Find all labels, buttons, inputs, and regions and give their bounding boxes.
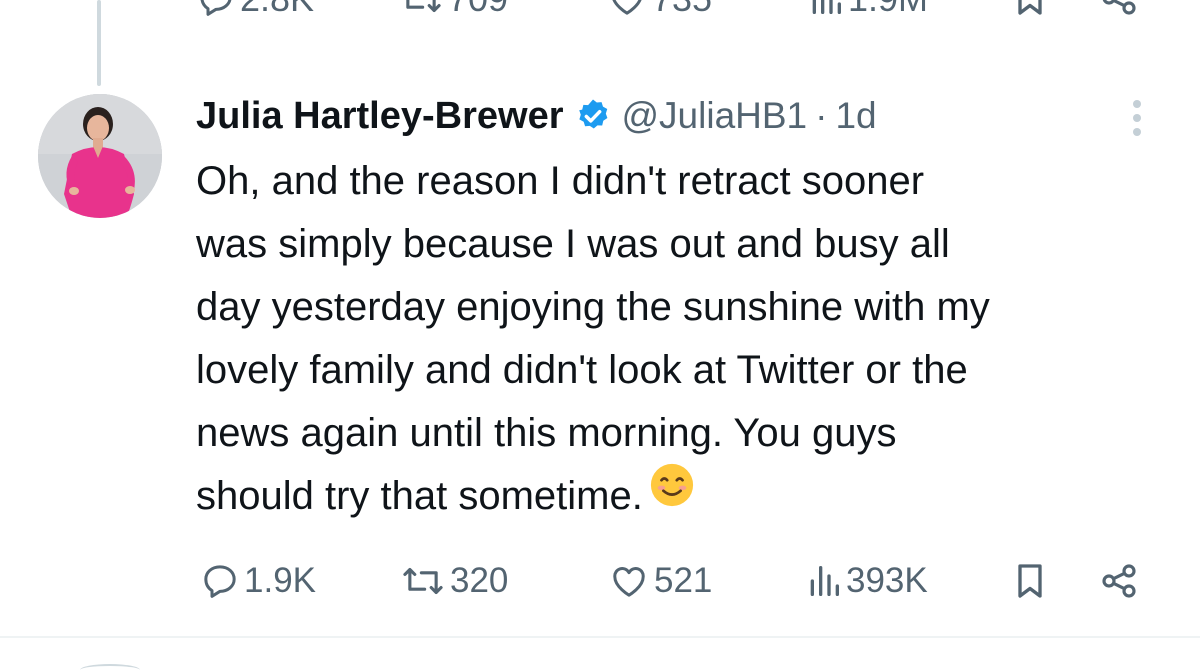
reply-button[interactable]: 2.8K xyxy=(196,0,314,20)
tweet-header: Julia Hartley-Brewer @JuliaHB1 · 1d xyxy=(196,90,877,142)
retweet-count: 709 xyxy=(448,0,508,20)
header-separator: · xyxy=(815,95,828,136)
reply-count: 2.8K xyxy=(240,0,314,20)
retweet-count: 320 xyxy=(450,561,509,600)
heart-icon xyxy=(606,0,648,19)
share-icon xyxy=(1098,561,1140,601)
reply-count: 1.9K xyxy=(244,561,316,600)
share-icon xyxy=(1098,0,1140,18)
tweet-text-line: lovely family and didn't look at Twitter… xyxy=(196,348,968,392)
like-count: 521 xyxy=(654,561,713,600)
views-icon xyxy=(808,0,844,19)
share-button[interactable] xyxy=(1098,0,1140,18)
timestamp[interactable]: 1d xyxy=(835,95,876,137)
retweet-button[interactable]: 320 xyxy=(400,556,508,606)
views-button[interactable]: 393K xyxy=(806,556,928,606)
like-button[interactable]: 735 xyxy=(606,0,712,20)
bookmark-icon xyxy=(1012,561,1048,601)
tweet-text-line: was simply because I was out and busy al… xyxy=(196,222,950,266)
avatar[interactable] xyxy=(38,94,162,218)
retweet-button[interactable]: 709 xyxy=(398,0,508,20)
share-button[interactable] xyxy=(1098,556,1140,606)
views-icon xyxy=(806,561,842,601)
previous-tweet-actions: 2.8K 709 735 1.9M xyxy=(0,0,1200,22)
reply-button[interactable]: 1.9K xyxy=(200,556,316,606)
bookmark-button[interactable] xyxy=(1012,556,1048,606)
views-button[interactable]: 1.9M xyxy=(808,0,928,20)
views-count: 393K xyxy=(846,561,928,600)
tweet-divider xyxy=(0,636,1200,638)
bookmark-icon xyxy=(1012,0,1048,18)
author-handle[interactable]: @JuliaHB1 xyxy=(622,95,808,137)
heart-icon xyxy=(608,561,650,601)
more-dot-icon xyxy=(1133,114,1141,122)
smiling-face-emoji-icon xyxy=(649,462,695,527)
more-dot-icon xyxy=(1133,100,1141,108)
thread-connector-line xyxy=(97,0,101,86)
more-options-button[interactable] xyxy=(1122,96,1152,140)
like-button[interactable]: 521 xyxy=(608,556,712,606)
author-name[interactable]: Julia Hartley-Brewer xyxy=(196,95,564,138)
tweet-text-line-text: should try that sometime. xyxy=(196,474,643,518)
tweet-actions: 1.9K 320 521 393K xyxy=(0,556,1200,606)
reply-icon xyxy=(196,0,236,19)
tweet-text: Oh, and the reason I didn't retract soon… xyxy=(196,150,1176,531)
like-count: 735 xyxy=(652,0,712,20)
retweet-icon xyxy=(398,0,444,19)
tweet-text-line: news again until this morning. You guys xyxy=(196,411,897,455)
reply-icon xyxy=(200,561,240,601)
bookmark-button[interactable] xyxy=(1012,0,1048,18)
more-dot-icon xyxy=(1133,128,1141,136)
avatar-image xyxy=(38,94,162,218)
retweet-icon xyxy=(400,561,446,601)
next-tweet-avatar-peek xyxy=(80,664,140,670)
views-count: 1.9M xyxy=(848,0,928,20)
tweet-text-line-last: should try that sometime. xyxy=(196,462,1176,531)
tweet-text-line: day yesterday enjoying the sunshine with… xyxy=(196,285,990,329)
verified-badge-icon xyxy=(574,97,612,135)
tweet-text-line: Oh, and the reason I didn't retract soon… xyxy=(196,159,925,203)
